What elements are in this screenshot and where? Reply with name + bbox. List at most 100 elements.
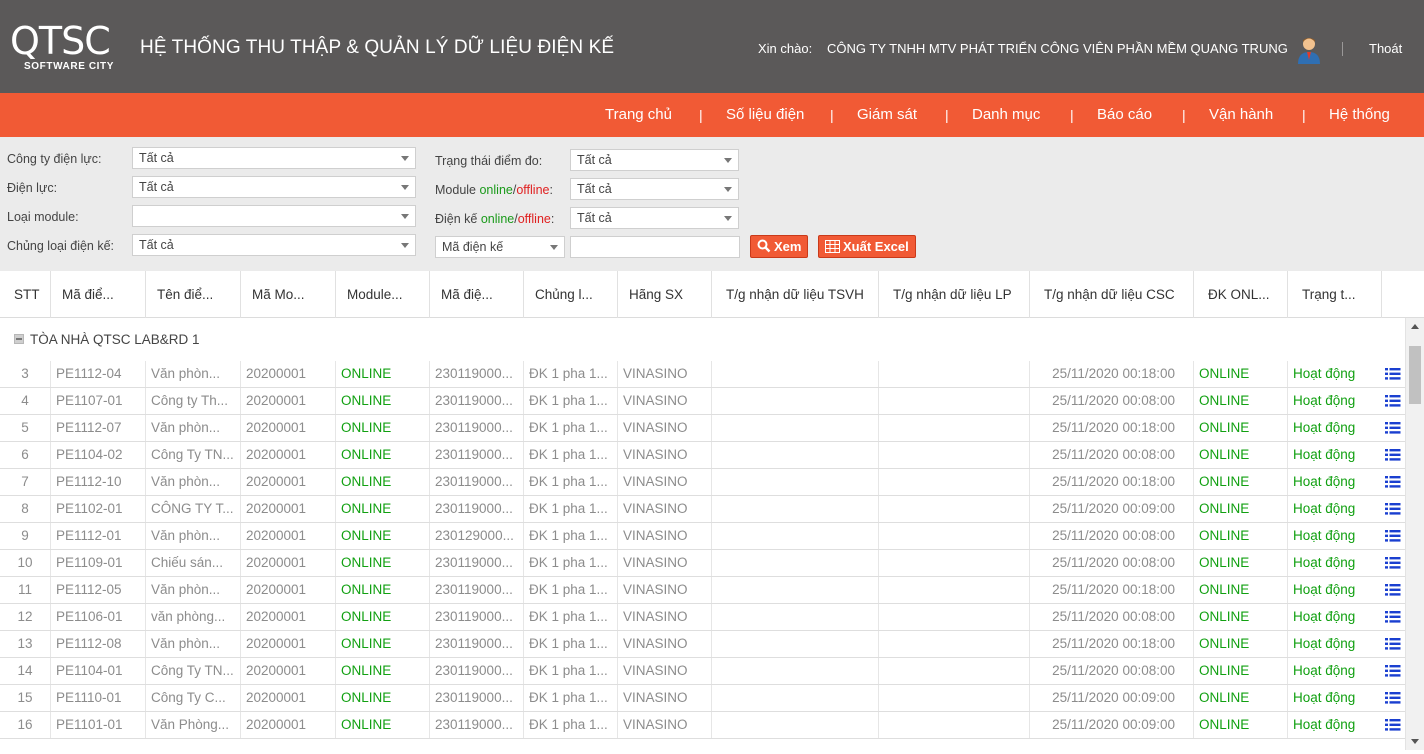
col-header-point-code[interactable]: Mã điể... (50, 271, 145, 318)
cell-stt: 3 (21, 366, 29, 381)
power-company-label: Công ty điện lực: (7, 152, 102, 166)
col-header-csc-time[interactable]: T/g nhận dữ liệu CSC (1029, 271, 1193, 318)
col-header-meter-type[interactable]: Chủng l... (523, 271, 617, 318)
table-row[interactable]: 5 PE1112-07 Văn phòn... 20200001 ONLINE 23011… (0, 415, 1405, 442)
user-avatar-icon[interactable] (1296, 36, 1322, 64)
logout-link[interactable]: Thoát (1369, 41, 1402, 56)
table-row[interactable]: 11 PE1112-05 Văn phòn... 20200001 ONLINE 2301… (0, 577, 1405, 604)
module-online-select[interactable]: Tất cả (570, 178, 739, 200)
cell-stt: 8 (21, 501, 29, 516)
module-type-select[interactable] (132, 205, 416, 227)
col-header-meter-online[interactable]: ĐK ONL... (1193, 271, 1287, 318)
cell-stt: 9 (21, 528, 29, 543)
col-header-status[interactable]: Trạng t... (1287, 271, 1381, 318)
cell-manufacturer: VINASINO (617, 712, 711, 738)
view-button[interactable]: Xem (750, 235, 809, 258)
table-row[interactable]: 16 PE1101-01 Văn Phòng... 20200001 ONLINE 230… (0, 712, 1405, 739)
cell-point-name: Văn phòn... (145, 469, 240, 495)
cell-module-status: ONLINE (335, 631, 429, 657)
table-row[interactable]: 3 PE1112-04 Văn phòn... 20200001 ONLINE 23011… (0, 361, 1405, 388)
list-icon[interactable] (1385, 502, 1401, 516)
cell-tsvh-time (711, 685, 878, 711)
meter-online-select[interactable]: Tất cả (570, 207, 739, 229)
export-excel-button[interactable]: Xuất Excel (818, 235, 916, 258)
meter-type-value: Tất cả (139, 238, 174, 252)
list-icon[interactable] (1385, 529, 1401, 543)
search-field-select[interactable]: Mã điện kế (435, 236, 565, 258)
list-icon[interactable] (1385, 556, 1401, 570)
col-header-stt[interactable]: STT (0, 271, 50, 318)
col-header-lp-time[interactable]: T/g nhận dữ liệu LP (878, 271, 1029, 318)
group-row: TÒA NHÀ QTSC LAB&RD 1 (0, 318, 1405, 361)
table-row[interactable]: 14 PE1104-01 Công Ty TN... 20200001 ONLINE 23… (0, 658, 1405, 685)
list-icon[interactable] (1385, 475, 1401, 489)
list-icon[interactable] (1385, 610, 1401, 624)
chevron-down-icon (550, 245, 558, 250)
nav-home[interactable]: Trang chủ (605, 106, 672, 123)
table-row[interactable]: 10 PE1109-01 Chiếu sán... 20200001 ONLINE 230… (0, 550, 1405, 577)
cell-stt: 5 (21, 420, 29, 435)
list-icon[interactable] (1385, 718, 1401, 732)
col-header-manufacturer[interactable]: Hãng SX (617, 271, 711, 318)
list-icon[interactable] (1385, 664, 1401, 678)
col-header-point-name[interactable]: Tên điể... (145, 271, 240, 318)
list-icon[interactable] (1385, 448, 1401, 462)
nav-reports[interactable]: Báo cáo (1097, 106, 1152, 123)
nav-electric-data[interactable]: Số liệu điện (726, 106, 804, 123)
list-icon[interactable] (1385, 367, 1401, 381)
table-row[interactable]: 9 PE1112-01 Văn phòn... 20200001 ONLINE 23012… (0, 523, 1405, 550)
col-header-module[interactable]: Module... (335, 271, 429, 318)
table-row[interactable]: 8 PE1102-01 CÔNG TY T... 20200001 ONLINE 2301… (0, 496, 1405, 523)
export-button-label: Xuất Excel (843, 239, 909, 254)
col-header-module-code[interactable]: Mã Mo... (240, 271, 335, 318)
cell-csc-time: 25/11/2020 00:08:00 (1029, 604, 1193, 630)
chevron-down-icon (401, 185, 409, 190)
cell-meter-code: 230119000... (429, 496, 523, 522)
cell-lp-time (878, 469, 1029, 495)
col-header-tsvh-time[interactable]: T/g nhận dữ liệu TSVH (711, 271, 878, 318)
scrollbar-thumb[interactable] (1409, 346, 1421, 404)
nav-catalog[interactable]: Danh mục (972, 106, 1040, 123)
cell-manufacturer: VINASINO (617, 577, 711, 603)
col-header-meter-code[interactable]: Mã điệ... (429, 271, 523, 318)
table-grid-icon (825, 240, 840, 253)
cell-meter-online: ONLINE (1193, 496, 1287, 522)
table-row[interactable]: 15 PE1110-01 Công Ty C... 20200001 ONLINE 230… (0, 685, 1405, 712)
nav-monitoring[interactable]: Giám sát (857, 106, 917, 123)
vertical-scrollbar[interactable] (1405, 318, 1424, 750)
cell-meter-type: ĐK 1 pha 1... (523, 388, 617, 414)
point-status-select[interactable]: Tất cả (570, 149, 739, 171)
cell-stt: 16 (17, 717, 33, 732)
nav-separator: | (699, 107, 703, 123)
list-icon[interactable] (1385, 394, 1401, 408)
cell-manufacturer: VINASINO (617, 631, 711, 657)
point-status-value: Tất cả (577, 153, 612, 167)
nav-operations[interactable]: Vận hành (1209, 106, 1273, 123)
table-row[interactable]: 12 PE1106-01 văn phòng... 20200001 ONLINE 230… (0, 604, 1405, 631)
table-row[interactable]: 13 PE1112-08 Văn phòn... 20200001 ONLINE 2301… (0, 631, 1405, 658)
power-unit-select[interactable]: Tất cả (132, 176, 416, 198)
list-icon[interactable] (1385, 583, 1401, 597)
table-row[interactable]: 7 PE1112-10 Văn phòn... 20200001 ONLINE 23011… (0, 469, 1405, 496)
list-icon[interactable] (1385, 637, 1401, 651)
scroll-up-icon[interactable] (1411, 324, 1419, 329)
meter-type-select[interactable]: Tất cả (132, 234, 416, 256)
view-button-label: Xem (774, 239, 802, 254)
list-icon[interactable] (1385, 421, 1401, 435)
cell-point-code: PE1112-05 (50, 577, 145, 603)
nav-system[interactable]: Hệ thống (1329, 106, 1390, 123)
scroll-down-icon[interactable] (1411, 739, 1419, 744)
cell-point-name: Công ty Th... (145, 388, 240, 414)
table-row[interactable]: 4 PE1107-01 Công ty Th... 20200001 ONLINE 230… (0, 388, 1405, 415)
cell-module-code: 20200001 (240, 685, 335, 711)
qtsc-logo[interactable]: QTSC SOFTWARE CITY (10, 22, 122, 74)
cell-meter-code: 230119000... (429, 712, 523, 738)
cell-status: Hoạt động (1287, 442, 1381, 468)
list-icon[interactable] (1385, 691, 1401, 705)
collapse-group-icon[interactable] (14, 334, 24, 344)
table-row[interactable]: 6 PE1104-02 Công Ty TN... 20200001 ONLINE 230… (0, 442, 1405, 469)
power-company-select[interactable]: Tất cả (132, 147, 416, 169)
search-input[interactable] (570, 236, 740, 258)
cell-status: Hoạt động (1287, 388, 1381, 414)
cell-manufacturer: VINASINO (617, 361, 711, 387)
